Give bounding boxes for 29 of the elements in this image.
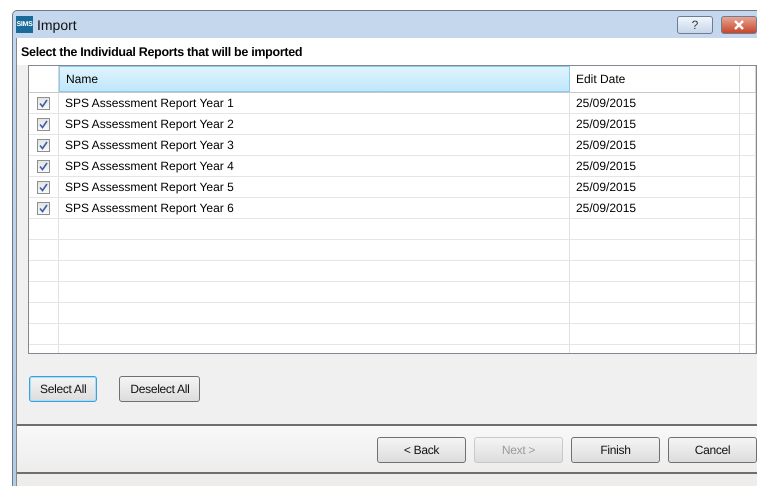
wizard-button[interactable]: Finish <box>571 437 660 463</box>
table-cell: SPS Assessment Report Year 2 <box>59 114 570 134</box>
table-cell: SPS Assessment Report Year 3 <box>59 135 570 155</box>
instruction-heading: Select the Individual Reports that will be imported <box>17 38 757 65</box>
wizard-button[interactable]: < Back <box>377 437 466 463</box>
table-cell: SPS Assessment Report Year 6 <box>59 198 570 218</box>
table-cell: SPS Assessment Report Year 5 <box>59 177 570 197</box>
table-cell: SPS Assessment Report Year 1 <box>59 93 570 113</box>
close-button[interactable] <box>721 16 757 34</box>
row-checkbox[interactable] <box>37 138 50 152</box>
row-checkbox[interactable] <box>37 202 50 214</box>
deselect-all-button[interactable]: Deselect All <box>119 376 200 402</box>
table-cell: 25/09/2015 <box>570 114 740 134</box>
table-cell: 25/09/2015 <box>570 135 740 155</box>
table-cell: SPS Assessment Report Year 4 <box>59 156 570 176</box>
row-checkbox[interactable] <box>37 118 50 130</box>
row-checkbox[interactable] <box>37 96 50 110</box>
wizard-button[interactable]: Cancel <box>668 437 757 463</box>
row-checkbox[interactable] <box>37 160 50 172</box>
close-icon <box>733 20 745 30</box>
select-all-button[interactable]: Select All <box>29 376 98 402</box>
window-title: Import <box>37 16 78 32</box>
table-cell: 25/09/2015 <box>570 156 740 176</box>
row-checkbox[interactable] <box>37 180 50 194</box>
help-button[interactable]: ? <box>677 16 713 34</box>
table-cell: 25/09/2015 <box>570 198 740 218</box>
table-cell: 25/09/2015 <box>570 177 740 197</box>
column-header[interactable]: Name <box>59 66 570 92</box>
table-cell: 25/09/2015 <box>570 93 740 113</box>
